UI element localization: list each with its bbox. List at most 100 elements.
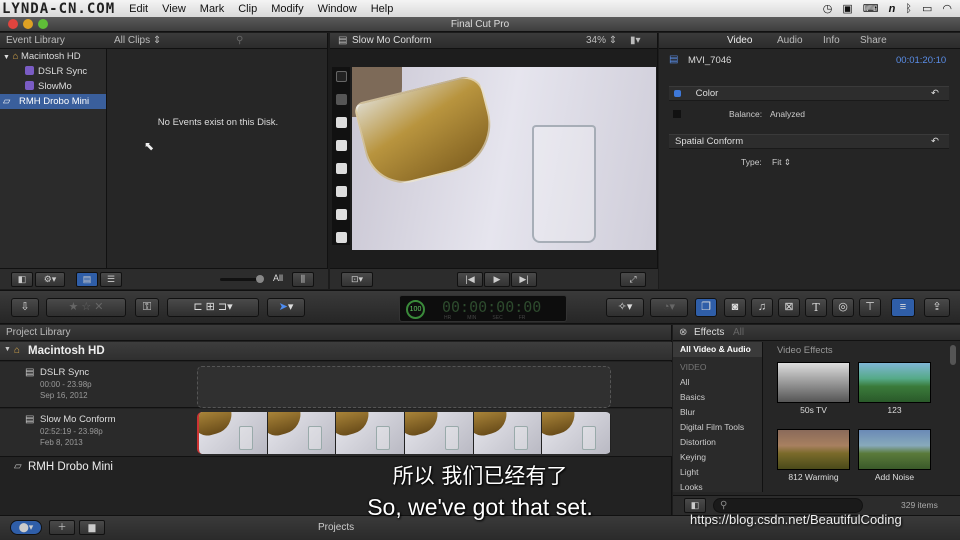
bluetooth-icon[interactable]: ᛒ xyxy=(905,3,912,15)
menu-mark[interactable]: Mark xyxy=(200,3,224,15)
tab-info[interactable]: Info xyxy=(823,33,840,49)
close-icon[interactable]: ⊗ xyxy=(679,325,687,341)
zoom-dropdown[interactable]: 34% ⇕ xyxy=(586,33,617,49)
rate-buttons[interactable]: ★ ☆ ✕ xyxy=(46,298,126,317)
empty-timeline-strip[interactable] xyxy=(197,366,611,408)
color-section[interactable]: Color ↶ xyxy=(669,86,949,101)
disclosure-triangle-icon[interactable]: ▼ xyxy=(4,346,11,353)
tab-audio[interactable]: Audio xyxy=(777,33,803,49)
disclosure-triangle-icon[interactable]: ▼ xyxy=(3,54,10,61)
menu-window[interactable]: Window xyxy=(318,3,357,15)
spatial-conform-section[interactable]: Spatial Conform ↶ xyxy=(669,134,949,149)
filmstrip-edge xyxy=(332,67,350,245)
wifi-icon[interactable]: ◠ xyxy=(942,2,952,15)
keyword-button[interactable]: ⚿ xyxy=(135,298,159,317)
category-item[interactable]: Distortion xyxy=(673,435,762,450)
share-icon[interactable]: ⇪ xyxy=(924,298,950,317)
reset-icon[interactable]: ↶ xyxy=(931,87,939,101)
slider-knob[interactable] xyxy=(256,275,264,283)
project-row-dslr-sync[interactable]: ▤ DSLR Sync 00:00 - 23.98p Sep 16, 2012 xyxy=(0,362,672,408)
airplay-icon[interactable]: ▭ xyxy=(922,2,932,15)
search-icon[interactable]: ⚲ xyxy=(236,33,243,49)
duration-all-label: All xyxy=(273,273,284,283)
category-all-video-audio[interactable]: All Video & Audio xyxy=(673,342,762,357)
next-edit-button[interactable]: ▶| xyxy=(511,272,537,287)
enhancements-button[interactable]: ✧▾ xyxy=(606,298,644,317)
zoom-window-button[interactable] xyxy=(38,19,48,29)
keyboard-icon[interactable]: ⌨ xyxy=(863,2,879,15)
play-button[interactable]: ▶ xyxy=(484,272,510,287)
menu-view[interactable]: View xyxy=(162,3,186,15)
event-item-slowmo[interactable]: SlowMo xyxy=(0,79,106,94)
effects-browser-icon[interactable]: ❐ xyxy=(695,298,717,317)
effects-filter[interactable]: All xyxy=(733,325,744,341)
select-tool-button[interactable]: ➤▾ xyxy=(267,298,305,317)
import-media-button[interactable]: ⇩ xyxy=(11,298,39,317)
timeline-filmstrip[interactable] xyxy=(197,412,611,454)
clip-icon: ▤ xyxy=(669,54,679,65)
category-item[interactable]: Digital Film Tools xyxy=(673,420,762,435)
menu-edit[interactable]: Edit xyxy=(129,3,148,15)
filmstrip-view-button[interactable]: ▤ xyxy=(76,272,98,287)
minimize-window-button[interactable] xyxy=(23,19,33,29)
project-row-slow-mo-conform[interactable]: ▤ Slow Mo Conform 02:52:19 - 23.98p Feb … xyxy=(0,409,672,457)
main-toolbar: ⇩ ★ ☆ ✕ ⚿ ⊏ ⊞ ⊐▾ ➤▾ 100 00:00:00:00 HR MI… xyxy=(0,290,960,324)
view-options-button[interactable]: ▮▾ xyxy=(630,33,641,49)
type-dropdown[interactable]: Fit ⇕ xyxy=(772,157,791,168)
category-item[interactable]: All xyxy=(673,375,762,390)
disk-item-drobo[interactable]: ▱ RMH Drobo Mini xyxy=(0,94,106,109)
action-gear-button[interactable]: ⚙▾ xyxy=(35,272,65,287)
show-projects-button[interactable]: ⬤▾ xyxy=(10,520,42,535)
background-tasks-icon[interactable]: 100 xyxy=(406,300,425,319)
titles-browser-icon[interactable]: T xyxy=(805,298,827,317)
previous-edit-button[interactable]: |◀ xyxy=(457,272,483,287)
menu-help[interactable]: Help xyxy=(371,3,394,15)
generators-browser-icon[interactable]: ◎ xyxy=(832,298,854,317)
retime-button[interactable]: ◔▾ xyxy=(650,298,688,317)
show-event-library-button[interactable]: ◧ xyxy=(11,272,33,287)
enable-checkbox[interactable] xyxy=(674,90,681,97)
close-window-button[interactable] xyxy=(8,19,18,29)
new-project-button[interactable]: ＋ xyxy=(49,520,75,535)
time-machine-icon[interactable]: ◷ xyxy=(823,2,833,15)
menu-modify[interactable]: Modify xyxy=(271,3,303,15)
category-item[interactable]: Basics xyxy=(673,390,762,405)
transform-button[interactable]: ⊡▾ xyxy=(341,272,373,287)
effects-scrollbar[interactable] xyxy=(950,345,956,365)
music-browser-icon[interactable]: ♫ xyxy=(751,298,773,317)
audio-toggle-button[interactable]: ⫼ xyxy=(292,272,314,287)
disk-item-macintosh-hd[interactable]: ▼ ⌂ Macintosh HD xyxy=(0,49,106,64)
dashboard-timecode[interactable]: 100 00:00:00:00 HR MIN SEC FR xyxy=(399,295,567,322)
disk-name: Macintosh HD xyxy=(28,345,105,357)
effect-label: 123 xyxy=(887,405,902,415)
tab-video[interactable]: Video xyxy=(727,33,752,49)
themes-browser-icon[interactable]: ⊤ xyxy=(859,298,881,317)
new-folder-button[interactable]: ▆ xyxy=(79,520,105,535)
category-section-video: VIDEO xyxy=(680,362,707,372)
viewer-panel: ▤ Slow Mo Conform 34% ⇕ ▮▾ ⊡▾ |◀ ▶ ▶| ⤢ xyxy=(330,33,658,289)
inspector-toggle-icon[interactable]: ≡ xyxy=(891,298,915,317)
clip-filter-dropdown[interactable]: All Clips ⇕ xyxy=(114,33,161,49)
effect-thumb-123[interactable] xyxy=(858,362,931,403)
timecode-display: 00:00:00:00 xyxy=(442,298,542,316)
photo-browser-icon[interactable]: ◙ xyxy=(724,298,746,317)
event-library-header: Event Library All Clips ⇕ ⚲ xyxy=(0,33,327,49)
balance-checkbox[interactable] xyxy=(673,110,681,118)
edit-buttons[interactable]: ⊏ ⊞ ⊐▾ xyxy=(167,298,259,317)
empty-events-message: No Events exist on this Disk. xyxy=(157,117,279,128)
event-star-icon xyxy=(25,66,34,75)
transitions-browser-icon[interactable]: ⊠ xyxy=(778,298,800,317)
tab-share[interactable]: Share xyxy=(860,33,887,49)
reset-icon[interactable]: ↶ xyxy=(931,135,939,149)
menu-clip[interactable]: Clip xyxy=(238,3,257,15)
event-item-dslr-sync[interactable]: DSLR Sync xyxy=(0,64,106,79)
list-view-button[interactable]: ☰ xyxy=(100,272,122,287)
category-item[interactable]: Blur xyxy=(673,405,762,420)
effect-thumb-50s-tv[interactable] xyxy=(777,362,850,403)
event-library-footer: ◧ ⚙▾ ▤ ☰ All ⫼ xyxy=(0,268,328,289)
notes-icon[interactable]: ▣ xyxy=(842,2,852,15)
video-effects-title: Video Effects xyxy=(777,345,833,356)
n-icon[interactable]: n xyxy=(889,3,896,15)
fullscreen-button[interactable]: ⤢ xyxy=(620,272,646,287)
disk-group-macintosh-hd[interactable]: ▼ ⌂ Macintosh HD xyxy=(0,342,672,361)
